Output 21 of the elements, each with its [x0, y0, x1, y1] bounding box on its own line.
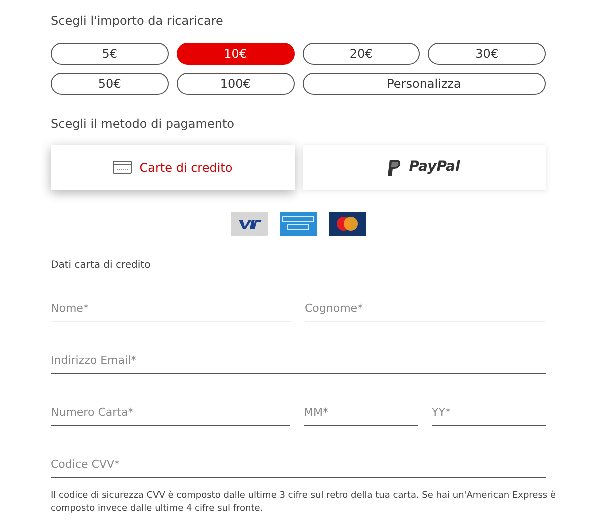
section-title: Scegli l'importo da ricaricare: [51, 13, 224, 30]
payment-method-button[interactable]: PayPal: [302, 145, 546, 190]
input-field[interactable]: Numero Carta*: [51, 400, 290, 426]
input-field[interactable]: Codice CVV*: [51, 452, 546, 478]
credit-card-icon: [112, 161, 132, 174]
mastercard-logo-icon: [329, 212, 366, 236]
amount-button[interactable]: 30€: [428, 43, 546, 65]
amount-button[interactable]: 10€: [176, 43, 294, 65]
input-field[interactable]: MM*: [304, 400, 418, 426]
form-title: Dati carta di credito: [51, 259, 152, 273]
cvv-note: Il codice di sicurezza CVV è composto dalle ultime 3 cifre sul retro della tua carta. Se hai un'American Express è composto invece dalle ultime 4 cifre sul fronte.: [51, 490, 557, 516]
amount-button[interactable]: 20€: [302, 43, 420, 65]
amount-button[interactable]: 100€: [176, 73, 294, 95]
input-field[interactable]: Indirizzo Email*: [51, 348, 546, 374]
input-field[interactable]: YY*: [432, 400, 546, 426]
paypal-p-icon: [388, 160, 402, 176]
amount-button[interactable]: 50€: [51, 73, 169, 95]
section-title: Scegli il metodo di pagamento: [51, 116, 236, 133]
payment-method-button[interactable]: Carte di credito: [51, 145, 294, 190]
amount-button[interactable]: 5€: [51, 43, 169, 65]
amount-button[interactable]: Personalizza: [302, 73, 546, 95]
